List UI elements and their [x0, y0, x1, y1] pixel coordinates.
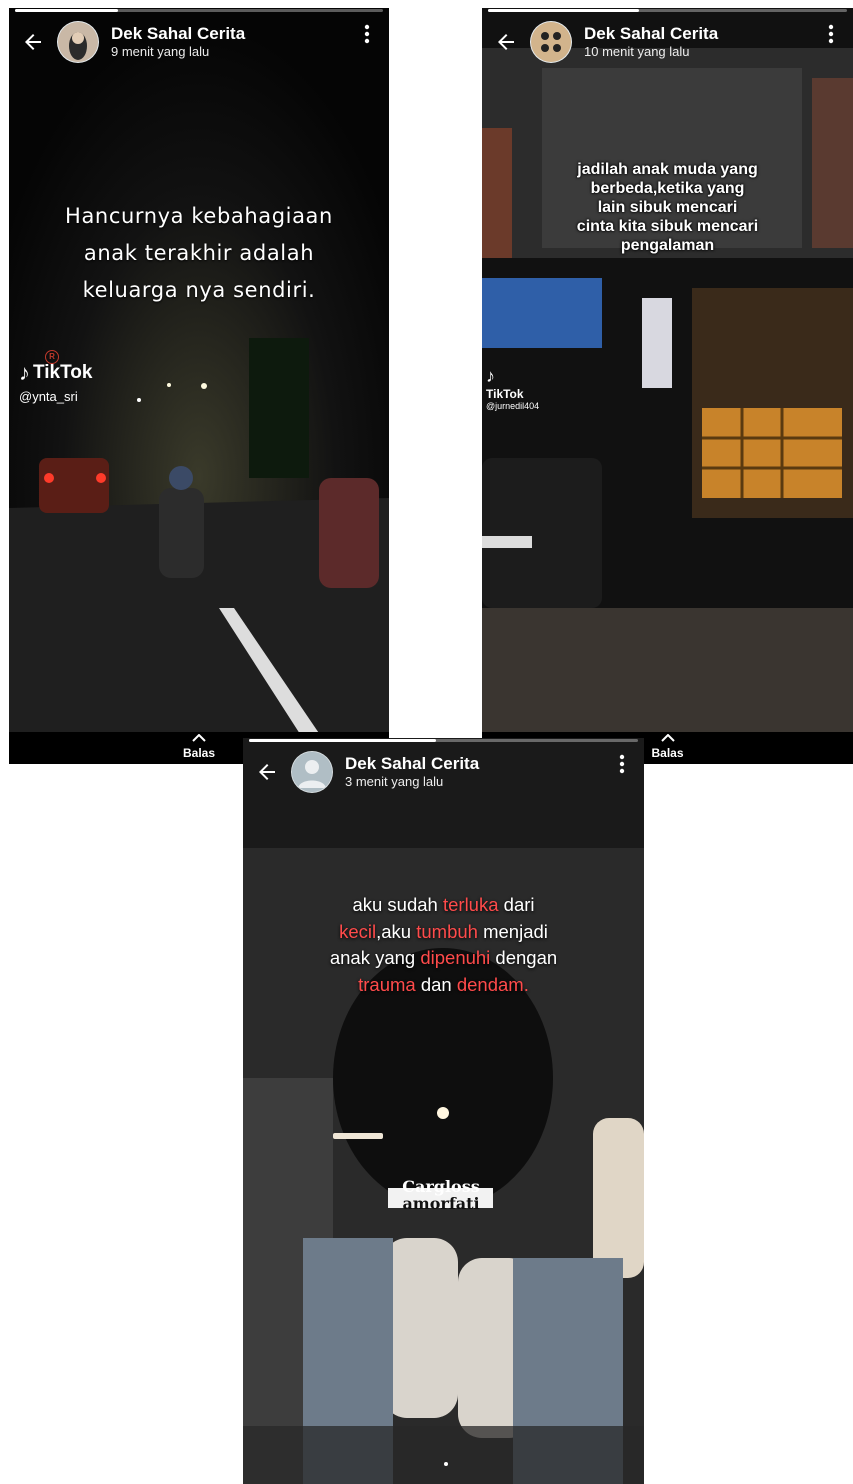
- more-vertical-icon: [619, 754, 625, 774]
- story-caption: aku sudah terluka dari kecil,aku tumbuh …: [243, 892, 644, 998]
- watermark-brand: TikTok: [486, 387, 524, 401]
- watermark-handle: @jurnedil404: [486, 401, 540, 411]
- arrow-left-icon: [25, 34, 41, 50]
- back-button[interactable]: [9, 30, 57, 54]
- registered-icon: R: [45, 350, 59, 364]
- more-vertical-icon: [828, 24, 834, 44]
- caption-text: dari: [498, 894, 535, 915]
- tiktok-watermark: ♪ TikTok @jurnedil404: [486, 366, 539, 411]
- caption-line: anak terakhir adalah: [83, 241, 315, 265]
- arrow-left-icon: [498, 34, 514, 50]
- tiktok-note-icon: ♪: [486, 366, 495, 386]
- story-timestamp: 3 menit yang lalu: [345, 774, 444, 789]
- caption-line: pengalaman: [620, 237, 715, 254]
- more-options-button[interactable]: [610, 752, 634, 776]
- avatar[interactable]: [291, 751, 333, 793]
- watermark-handle: @ynta_sri: [19, 389, 78, 404]
- caption-text: menjadi: [477, 920, 548, 942]
- caption-line: berbeda,ketika yang: [590, 180, 745, 197]
- more-options-button[interactable]: [355, 22, 379, 46]
- caption-line: jadilah anak muda yang: [577, 161, 758, 178]
- story-caption: jadilah anak muda yang berbeda,ketika ya…: [482, 160, 853, 255]
- arrow-left-icon: [259, 764, 275, 780]
- story-progress-bar: [488, 9, 847, 12]
- helmet-sticker: Cargloss amorfati: [386, 1178, 496, 1212]
- story-panel-3[interactable]: Dek Sahal Cerita 3 menit yang lalu aku s…: [243, 738, 644, 1484]
- caption-text: anak yang: [329, 947, 421, 968]
- caption-text: dan: [415, 973, 457, 995]
- back-button[interactable]: [482, 30, 530, 54]
- tiktok-note-icon: ♪: [19, 360, 30, 385]
- caption-highlight: kecil: [339, 920, 377, 942]
- watermark-brand: TikTok: [33, 362, 93, 383]
- chevron-up-icon: [660, 734, 675, 742]
- story-panel-1[interactable]: Dek Sahal Cerita 9 menit yang lalu Hancu…: [9, 8, 389, 764]
- story-progress-bar: [249, 739, 638, 742]
- caption-line: aku sudah terluka dari: [299, 892, 588, 919]
- caption-highlight: dipenuhi: [420, 947, 491, 968]
- more-options-button[interactable]: [819, 22, 843, 46]
- default-user-icon: [292, 752, 332, 792]
- story-timestamp: 10 menit yang lalu: [584, 44, 690, 59]
- back-button[interactable]: [243, 760, 291, 784]
- story-progress-bar: [15, 9, 383, 12]
- caption-line: keluarga nya sendiri.: [82, 278, 316, 302]
- caption-line: kecil,aku tumbuh menjadi: [299, 919, 588, 946]
- indicator-dot: [443, 1462, 448, 1466]
- caption-line: Hancurnya kebahagiaan: [65, 204, 333, 228]
- caption-text: ,aku: [376, 920, 417, 942]
- user-name: Dek Sahal Cerita: [345, 754, 480, 773]
- caption-highlight: terluka: [442, 894, 499, 915]
- story-panel-2[interactable]: Dek Sahal Cerita 10 menit yang lalu jadi…: [482, 8, 853, 764]
- bottom-bar: [243, 1426, 644, 1484]
- helmet-text-line-2: amorfati: [402, 1194, 480, 1213]
- avatar[interactable]: [57, 21, 99, 63]
- story-background-helmet: [243, 738, 644, 1484]
- caption-highlight: trauma: [358, 973, 416, 995]
- helmet-text-line-1: Cargloss: [402, 1177, 480, 1196]
- story-header: Dek Sahal Cerita 10 menit yang lalu: [482, 16, 853, 68]
- caption-line: cinta kita sibuk mencari: [576, 218, 759, 235]
- caption-line: lain sibuk mencari: [597, 199, 738, 216]
- caption-text: dengan: [490, 947, 558, 968]
- user-name: Dek Sahal Cerita: [584, 24, 719, 43]
- story-header: Dek Sahal Cerita 3 menit yang lalu: [243, 746, 644, 798]
- story-caption: Hancurnya kebahagiaan anak terakhir adal…: [9, 198, 389, 309]
- story-header: Dek Sahal Cerita 9 menit yang lalu: [9, 16, 389, 68]
- story-timestamp: 9 menit yang lalu: [111, 44, 210, 59]
- chevron-up-icon: [192, 734, 206, 742]
- tiktok-watermark: R ♪ TikTok @ynta_sri: [19, 350, 93, 404]
- user-name: Dek Sahal Cerita: [111, 24, 246, 43]
- caption-line: trauma dan dendam.: [299, 972, 588, 999]
- avatar[interactable]: [530, 21, 572, 63]
- caption-line: anak yang dipenuhi dengan: [299, 945, 588, 972]
- caption-highlight: tumbuh: [416, 920, 478, 942]
- more-vertical-icon: [364, 24, 370, 44]
- caption-text: aku sudah: [352, 894, 443, 915]
- caption-highlight: dendam.: [456, 973, 529, 995]
